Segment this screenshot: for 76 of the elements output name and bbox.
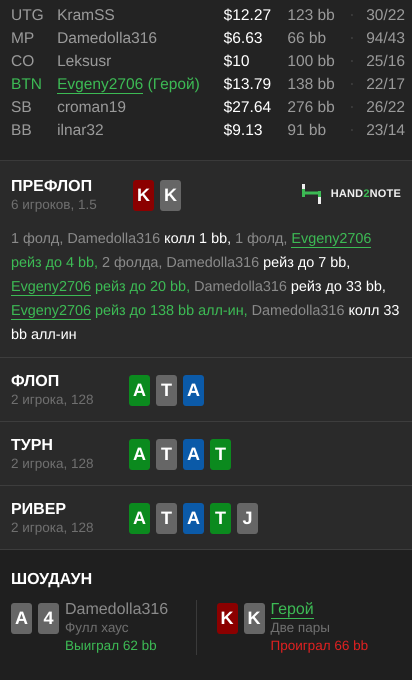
player-link[interactable]: Герой: [270, 601, 314, 619]
logo-text: HAND2NOTE: [330, 186, 401, 202]
player-name: ilnar32: [57, 122, 104, 139]
separator-dot: ·: [350, 123, 355, 138]
stack-amount: $13.79: [224, 74, 272, 95]
street-subtitle: 2 игрока, 128: [11, 520, 94, 536]
separator-dot: ·: [350, 31, 355, 46]
player-name: Leksusr: [57, 52, 112, 70]
playing-card: J: [237, 503, 258, 534]
street-subtitle: 2 игрока, 128: [11, 392, 94, 408]
player-stats: 94/43: [365, 28, 405, 49]
stack-amount: $27.64: [224, 98, 272, 118]
position-label: SB: [11, 98, 33, 118]
logo-icon: [300, 183, 323, 205]
stack-bb: 100 bb: [287, 52, 336, 72]
stack-bb: 276 bb: [287, 98, 336, 118]
playing-card: T: [210, 503, 231, 534]
playing-card: A: [183, 439, 204, 470]
player-link[interactable]: Evgeny2706: [11, 303, 92, 320]
player-stats: 26/22: [365, 98, 405, 118]
street-title: РИВЕР: [11, 500, 68, 520]
player-link[interactable]: Evgeny2706: [57, 76, 144, 94]
street-title: ФЛОП: [11, 372, 60, 392]
position-label: BTN: [11, 74, 43, 95]
stack-bb: 123 bb: [287, 6, 336, 26]
playing-card: T: [156, 439, 177, 470]
position-label: BB: [11, 120, 33, 141]
playing-card: A: [183, 503, 204, 534]
player-stats: 23/14: [365, 120, 405, 141]
result-text: Выиграл 62 bb: [65, 637, 158, 655]
player-stats: 22/17: [365, 74, 405, 95]
stack-amount: $10: [224, 52, 251, 72]
street-subtitle: 6 игроков, 1.5: [11, 197, 98, 213]
playing-card: K: [160, 180, 181, 211]
position-label: CO: [11, 52, 36, 72]
hero-label: (Герой): [148, 76, 200, 93]
playing-card: 4: [38, 603, 59, 634]
stack-amount: $12.27: [224, 6, 272, 26]
playing-card: A: [129, 503, 150, 534]
player-stats: 30/22: [365, 6, 405, 26]
result-text: Проиграл 66 bb: [270, 637, 368, 655]
player-link[interactable]: Evgeny2706: [11, 279, 92, 296]
playing-card: A: [129, 375, 150, 406]
playing-card: A: [183, 375, 204, 406]
player-name: KramSS: [57, 6, 115, 24]
street-subtitle: 2 игрока, 128: [11, 456, 94, 472]
street-title: ТУРН: [11, 436, 54, 456]
playing-card: K: [216, 603, 238, 634]
stack-amount: $6.63: [224, 28, 264, 49]
player-name: croman19: [57, 98, 126, 116]
action-history: 1 фолд, Damedolla316 колл 1 bb, 1 фолд, Evgeny2706 рейз до 4 bb, 2 фолда, Damedolla316 рейз до 7 bb, Evgeny2706 рейз до 20 bb, Damedolla316 рейз до 33 bb, Evgeny2706 рейз до 138 bb алл-ин, Damedolla316 колл 33 bb алл-ин: [11, 230, 400, 345]
position-label: UTG: [11, 6, 45, 26]
playing-card: A: [11, 603, 32, 634]
playing-card: K: [133, 180, 154, 211]
stack-amount: $9.13: [224, 120, 264, 141]
player-name: Damedolla316: [57, 30, 158, 47]
playing-card: A: [129, 439, 150, 470]
stack-bb: 91 bb: [287, 120, 328, 141]
player-name: Damedolla316: [65, 601, 168, 618]
separator-dot: ·: [350, 8, 355, 24]
separator-dot: ·: [350, 100, 355, 116]
position-label: MP: [11, 28, 36, 49]
playing-card: T: [156, 375, 177, 406]
street-title: ПРЕФЛОП: [11, 177, 94, 197]
player-stats: 25/16: [365, 52, 405, 72]
stack-bb: 66 bb: [287, 28, 328, 49]
hand-combo: Фулл хаус: [65, 619, 130, 637]
playing-card: K: [244, 603, 264, 634]
playing-card: T: [210, 439, 231, 470]
section-title: ШОУДАУН: [11, 570, 94, 590]
separator-dot: ·: [350, 54, 355, 70]
stack-bb: 138 bb: [287, 74, 336, 95]
playing-card: T: [156, 503, 177, 534]
separator-dot: ·: [350, 77, 355, 92]
hand-combo: Две пары: [270, 619, 331, 637]
player-link[interactable]: Evgeny2706: [291, 231, 372, 248]
